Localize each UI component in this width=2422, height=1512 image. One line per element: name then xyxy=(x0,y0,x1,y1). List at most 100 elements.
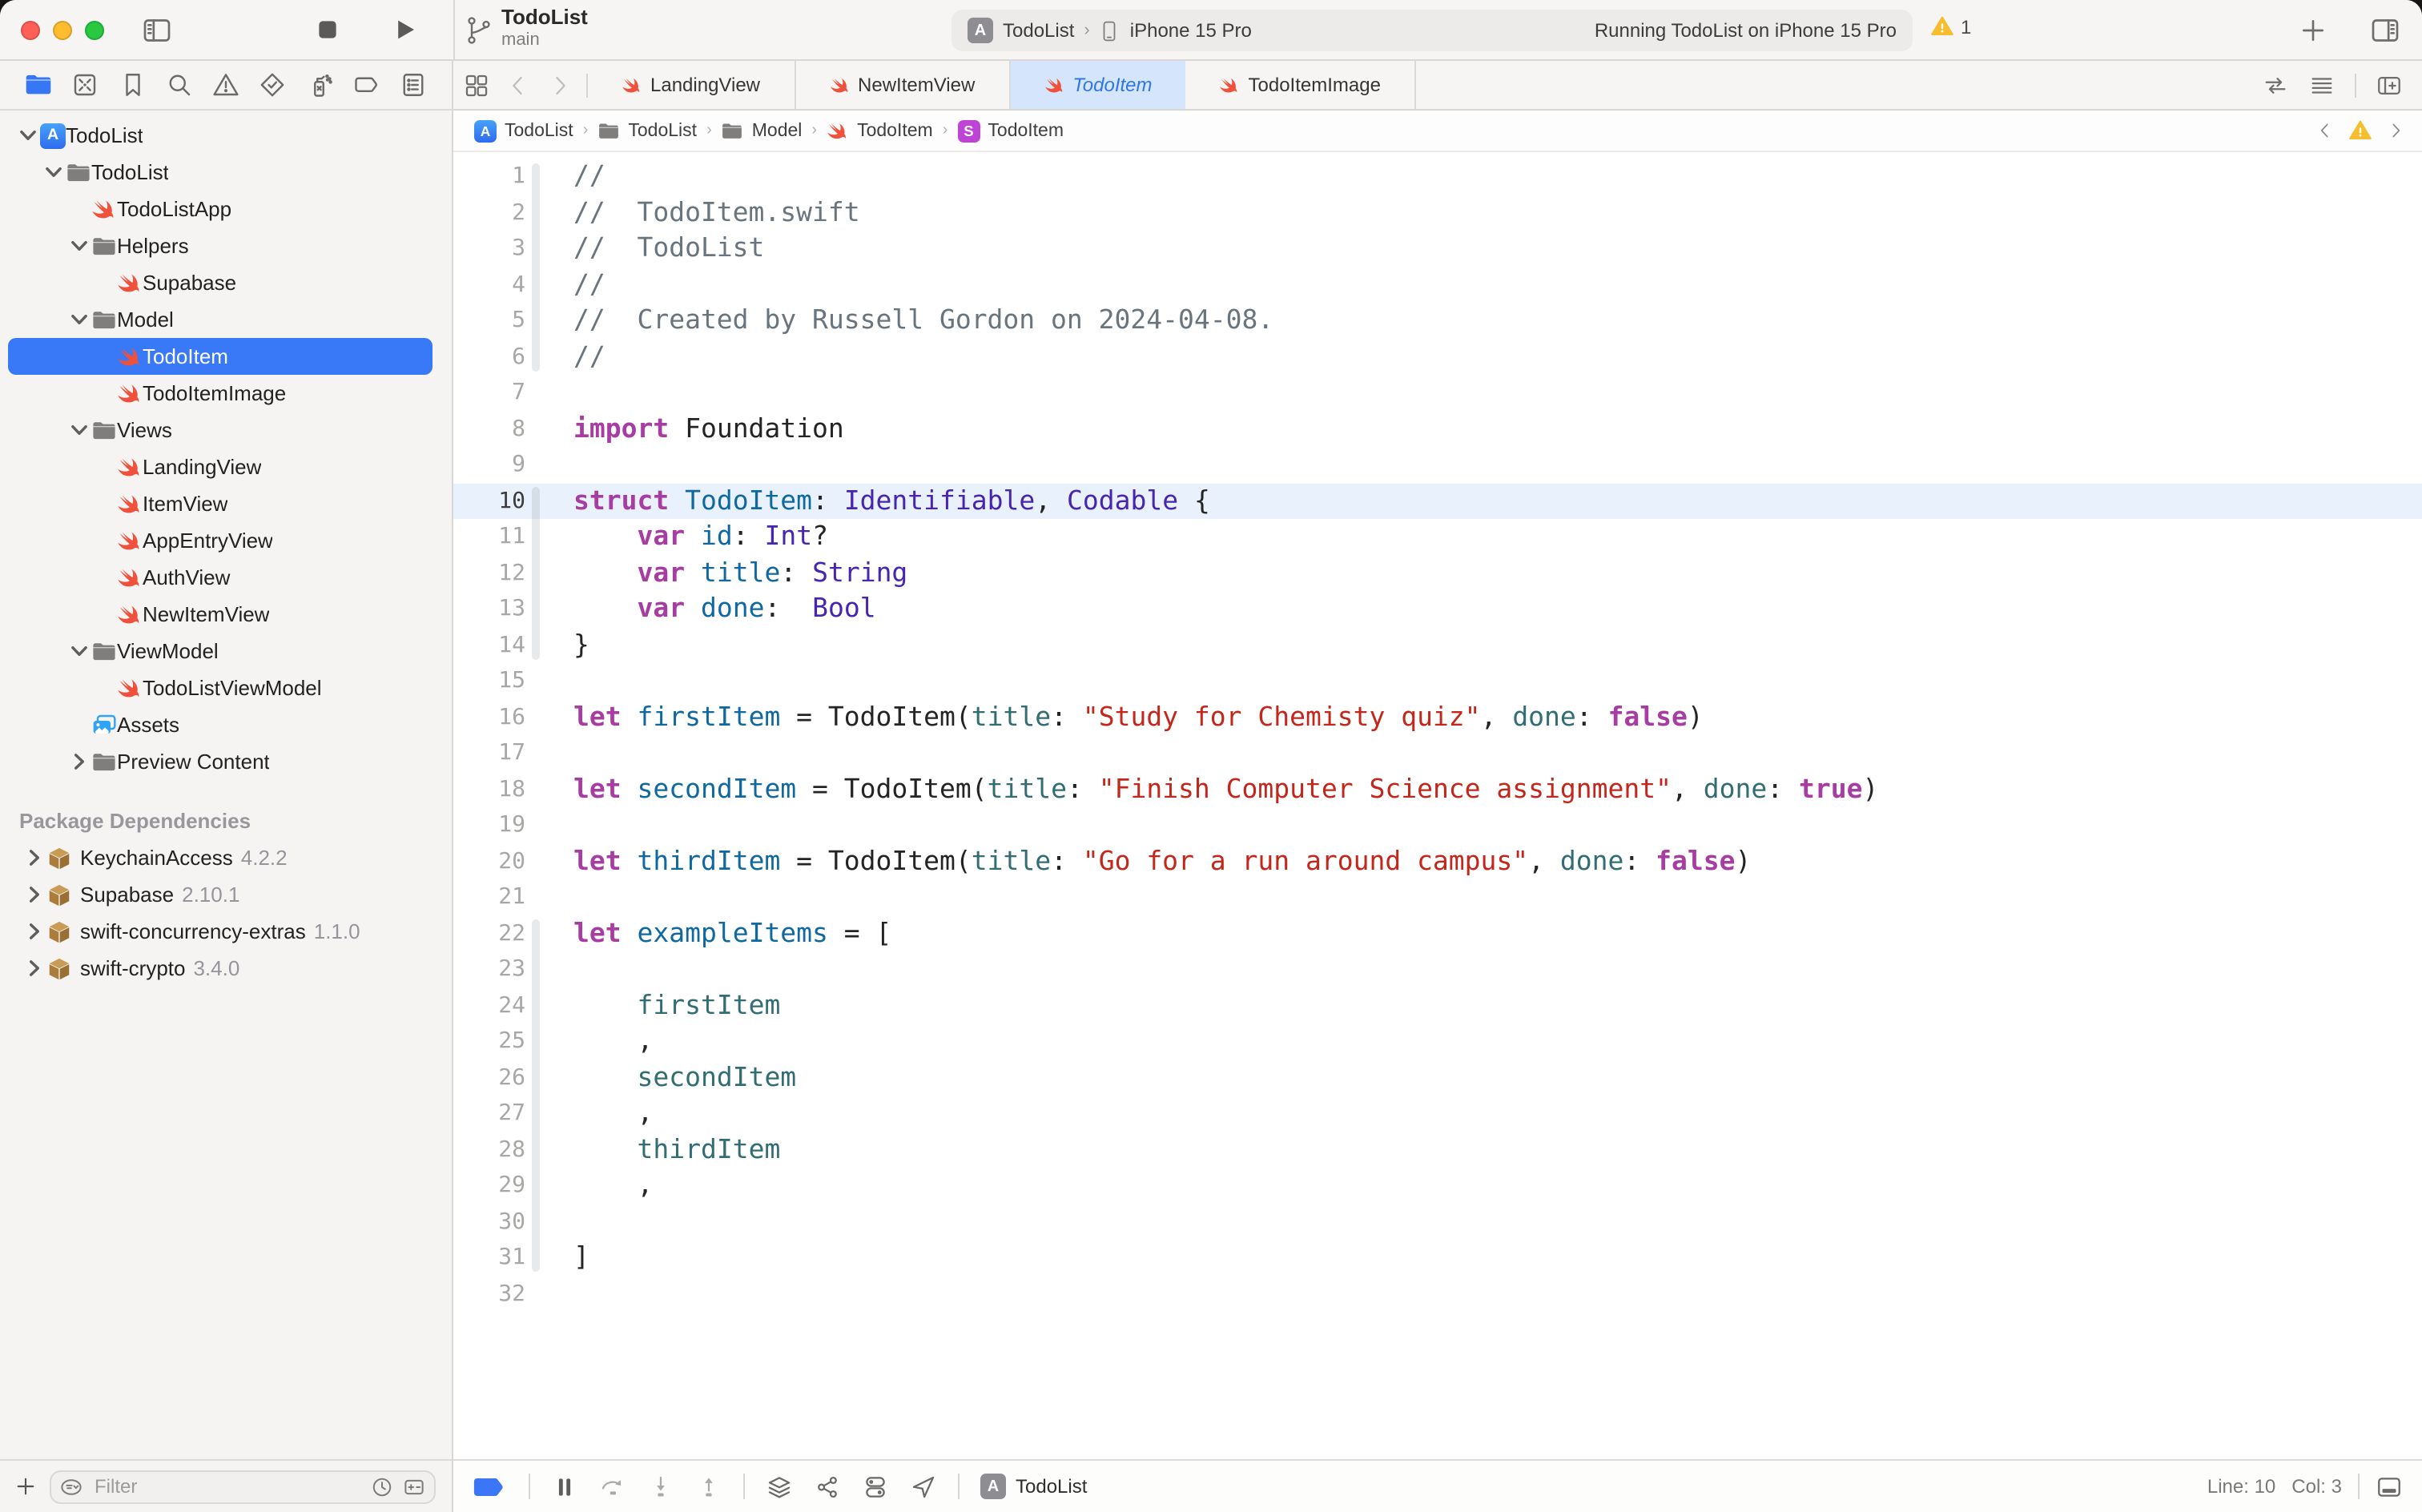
nav-bookmarks[interactable] xyxy=(118,70,147,99)
code-line-22[interactable]: 22 let exampleItems = [ xyxy=(453,915,2422,951)
nav-reports[interactable] xyxy=(399,70,428,99)
breakpoints-toggle-icon[interactable] xyxy=(473,1474,508,1498)
tree-item[interactable]: ItemView xyxy=(8,485,432,522)
code-review-icon[interactable] xyxy=(2262,71,2289,99)
code-line-13[interactable]: 13 var done: Bool xyxy=(453,591,2422,627)
disclosure-open-icon[interactable] xyxy=(67,640,91,662)
tree-item[interactable]: Preview Content xyxy=(8,743,432,780)
tree-item[interactable]: Views xyxy=(8,412,432,448)
disclosure-open-icon[interactable] xyxy=(67,235,91,257)
code-line-9[interactable]: 9 xyxy=(453,447,2422,483)
toggle-right-sidebar-icon[interactable] xyxy=(2369,14,2401,46)
breadcrumb-item[interactable]: Model xyxy=(722,119,803,142)
source-editor[interactable]: 1 // 2 // TodoItem.swift 3 // TodoList 4… xyxy=(453,152,2422,1459)
disclosure-open-icon[interactable] xyxy=(67,308,91,331)
simulate-location-icon[interactable] xyxy=(910,1473,937,1500)
code-line-31[interactable]: 31 ] xyxy=(453,1240,2422,1276)
code-line-27[interactable]: 27 , xyxy=(453,1096,2422,1132)
minimize-button[interactable] xyxy=(53,21,72,40)
code-line-24[interactable]: 24 firstItem xyxy=(453,987,2422,1023)
step-over-icon[interactable] xyxy=(599,1473,626,1500)
code-line-26[interactable]: 26 secondItem xyxy=(453,1060,2422,1096)
filter-input[interactable] xyxy=(91,1474,362,1499)
fold-ribbon[interactable] xyxy=(532,919,540,1272)
filter-options-icon[interactable] xyxy=(59,1474,83,1498)
code-line-7[interactable]: 7 xyxy=(453,375,2422,411)
fold-ribbon[interactable] xyxy=(532,163,540,371)
warning-count-chip[interactable]: 1 xyxy=(1930,14,1971,38)
code-line-25[interactable]: 25 , xyxy=(453,1023,2422,1060)
code-line-17[interactable]: 17 xyxy=(453,735,2422,771)
code-line-16[interactable]: 16 let firstItem = TodoItem(title: "Stud… xyxy=(453,699,2422,735)
disclosure-closed-icon[interactable] xyxy=(67,750,91,773)
go-forward-icon[interactable] xyxy=(546,71,573,99)
fold-ribbon[interactable] xyxy=(532,487,540,659)
run-button[interactable] xyxy=(391,16,418,43)
tree-item[interactable]: Model xyxy=(8,301,432,338)
nav-issues[interactable] xyxy=(211,70,240,99)
nav-breakpoints[interactable] xyxy=(352,70,381,99)
disclosure-closed-icon[interactable] xyxy=(22,846,46,869)
close-button[interactable] xyxy=(21,21,40,40)
tree-item[interactable]: LandingView xyxy=(8,448,432,485)
toggle-debug-area-icon[interactable] xyxy=(2376,1473,2403,1500)
source-control-filter-icon[interactable] xyxy=(402,1474,426,1498)
go-back-icon[interactable] xyxy=(505,71,532,99)
disclosure-closed-icon[interactable] xyxy=(22,883,46,906)
minimap-icon[interactable] xyxy=(2308,71,2336,99)
nav-find[interactable] xyxy=(165,70,194,99)
code-line-23[interactable]: 23 xyxy=(453,951,2422,987)
disclosure-closed-icon[interactable] xyxy=(22,920,46,943)
nav-changes[interactable] xyxy=(71,70,100,99)
code-line-11[interactable]: 11 var id: Int? xyxy=(453,519,2422,555)
running-process[interactable]: A TodoList xyxy=(980,1474,1087,1499)
editor-tab-LandingView[interactable]: LandingView xyxy=(588,61,795,109)
code-line-19[interactable]: 19 xyxy=(453,807,2422,843)
code-line-8[interactable]: 8 import Foundation xyxy=(453,411,2422,447)
activity-status[interactable]: Running TodoList on iPhone 15 Pro xyxy=(1595,19,1897,42)
filter-field[interactable] xyxy=(50,1470,436,1503)
breadcrumb-item[interactable]: TodoItem xyxy=(827,119,933,142)
code-line-2[interactable]: 2 // TodoItem.swift xyxy=(453,195,2422,231)
tree-item[interactable]: TodoItemImage xyxy=(8,375,432,412)
code-line-20[interactable]: 20 let thirdItem = TodoItem(title: "Go f… xyxy=(453,843,2422,879)
disclosure-open-icon[interactable] xyxy=(16,124,40,147)
recent-files-icon[interactable] xyxy=(370,1474,394,1498)
next-issue-icon[interactable] xyxy=(2385,120,2406,141)
issue-warning-icon[interactable] xyxy=(2348,119,2372,143)
memory-graph-icon[interactable] xyxy=(814,1473,841,1500)
code-line-5[interactable]: 5 // Created by Russell Gordon on 2024-0… xyxy=(453,303,2422,339)
code-line-10[interactable]: 10 struct TodoItem: Identifiable, Codabl… xyxy=(453,483,2422,519)
breadcrumb-item[interactable]: STodoItem xyxy=(957,119,1064,142)
disclosure-open-icon[interactable] xyxy=(67,419,91,441)
breadcrumb-item[interactable]: TodoList xyxy=(597,119,697,142)
zoom-button[interactable] xyxy=(85,21,104,40)
tree-item[interactable]: AppEntryView xyxy=(8,522,432,559)
tree-item[interactable]: TodoItem xyxy=(8,338,432,375)
code-line-18[interactable]: 18 let secondItem = TodoItem(title: "Fin… xyxy=(453,771,2422,807)
nav-project[interactable] xyxy=(24,70,53,99)
code-line-3[interactable]: 3 // TodoList xyxy=(453,231,2422,267)
add-button[interactable] xyxy=(2297,14,2329,46)
pause-icon[interactable] xyxy=(551,1473,578,1500)
environment-overrides-icon[interactable] xyxy=(862,1473,889,1500)
add-file-button[interactable] xyxy=(13,1474,38,1499)
tree-item[interactable]: NewItemView xyxy=(8,596,432,633)
package-item[interactable]: Supabase2.10.1 xyxy=(8,876,432,913)
disclosure-closed-icon[interactable] xyxy=(22,957,46,979)
tree-item[interactable]: Assets xyxy=(8,706,432,743)
tree-item[interactable]: ViewModel xyxy=(8,633,432,670)
code-line-29[interactable]: 29 , xyxy=(453,1168,2422,1204)
code-line-32[interactable]: 32 xyxy=(453,1276,2422,1312)
scheme-name[interactable]: TodoList xyxy=(1003,19,1074,42)
tree-item[interactable]: Supabase xyxy=(8,264,432,301)
package-item[interactable]: KeychainAccess4.2.2 xyxy=(8,839,432,876)
editor-tab-TodoItemImage[interactable]: TodoItemImage xyxy=(1186,61,1416,109)
code-line-4[interactable]: 4 // xyxy=(453,267,2422,303)
tree-item[interactable]: TodoList xyxy=(8,154,432,191)
toggle-left-sidebar-icon[interactable] xyxy=(141,14,173,46)
package-item[interactable]: swift-concurrency-extras1.1.0 xyxy=(8,913,432,950)
code-line-21[interactable]: 21 xyxy=(453,879,2422,915)
view-hierarchy-icon[interactable] xyxy=(766,1473,793,1500)
code-line-14[interactable]: 14 } xyxy=(453,627,2422,663)
